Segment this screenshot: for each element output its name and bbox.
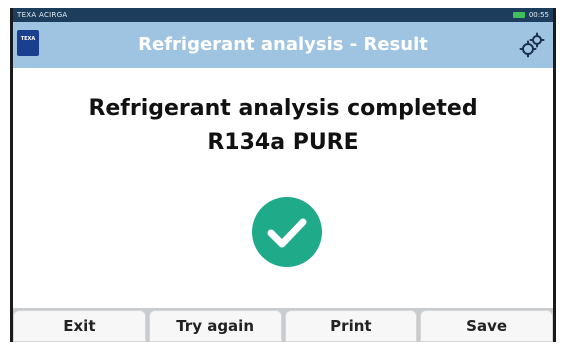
battery-icon bbox=[512, 12, 525, 18]
print-button[interactable]: Print bbox=[284, 310, 418, 342]
check-circle-icon bbox=[252, 197, 322, 267]
exit-button[interactable]: Exit bbox=[13, 310, 146, 342]
screen: TEXA ACIRGA 00:55 TEXA Refrigerant analy… bbox=[10, 8, 556, 342]
status-brand: TEXA ACIRGA bbox=[17, 11, 68, 19]
result-message: Refrigerant analysis completed bbox=[88, 96, 478, 121]
status-bar: TEXA ACIRGA 00:55 bbox=[13, 8, 553, 22]
status-right: 00:55 bbox=[512, 8, 549, 22]
title-bar: TEXA Refrigerant analysis - Result bbox=[13, 22, 553, 68]
try-again-button[interactable]: Try again bbox=[148, 310, 282, 342]
status-time: 00:55 bbox=[528, 11, 549, 19]
gears-icon[interactable] bbox=[519, 32, 545, 58]
device-frame: TEXA ACIRGA 00:55 TEXA Refrigerant analy… bbox=[0, 0, 566, 345]
page-title: Refrigerant analysis - Result bbox=[138, 34, 428, 55]
refrigerant-result: R134a PURE bbox=[207, 130, 359, 155]
result-panel: Refrigerant analysis completed R134a PUR… bbox=[13, 68, 553, 308]
save-button[interactable]: Save bbox=[420, 310, 553, 342]
button-bar: Exit Try again Print Save bbox=[13, 308, 553, 342]
